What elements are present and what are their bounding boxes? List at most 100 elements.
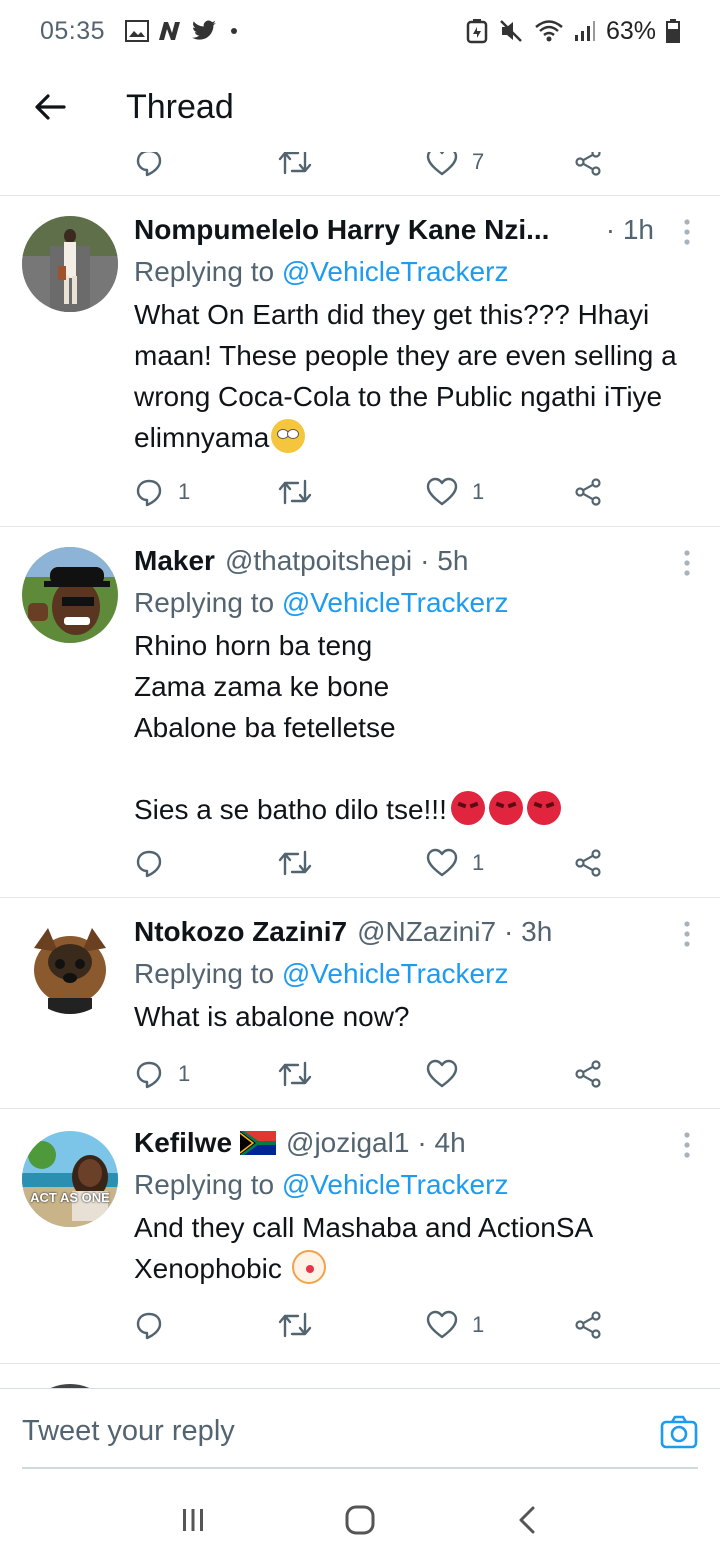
battery-percent: 63% <box>605 16 656 45</box>
display-name[interactable]: Nompumelelo Harry Kane Nzi... <box>134 214 549 246</box>
pouting-face-emoji-icon <box>488 791 523 825</box>
arrow-left-icon <box>35 94 66 120</box>
system-back-button[interactable] <box>497 1490 557 1550</box>
share-button[interactable] <box>574 1305 602 1345</box>
share-icon <box>575 1311 601 1339</box>
tweet-item[interactable]: Nompumelelo Harry Kane Nzi... · 1h Reply… <box>0 196 720 526</box>
replying-prefix: Replying to <box>134 958 275 989</box>
avatar-badge-text: ACT AS ONE <box>30 1190 110 1205</box>
share-icon <box>575 849 601 877</box>
reply-icon <box>136 479 162 507</box>
more-options-icon[interactable] <box>682 1131 692 1159</box>
share-button[interactable] <box>574 843 602 883</box>
reply-icon <box>136 850 162 878</box>
heart-icon <box>426 848 458 877</box>
avatar-image <box>22 918 118 1014</box>
retweet-icon <box>278 850 312 876</box>
reply-count: 1 <box>178 479 191 504</box>
tweet-actions: 1 1 <box>134 472 614 512</box>
more-options-icon[interactable] <box>682 549 692 577</box>
display-name[interactable]: Kefilwe <box>134 1127 232 1159</box>
mute-icon <box>500 20 522 42</box>
mention-link[interactable]: @VehicleTrackerz <box>282 1169 509 1200</box>
more-options-icon[interactable] <box>682 920 692 948</box>
share-button[interactable] <box>574 1054 602 1094</box>
display-name[interactable]: Ntokozo Zazini7 <box>134 916 347 948</box>
share-icon <box>575 152 601 176</box>
camera-button[interactable] <box>660 1415 698 1454</box>
tweet-item[interactable]: Ntokozo Zazini7 @NZazini7 · 3h Replying … <box>0 898 720 1108</box>
gallery-icon <box>125 20 150 42</box>
avatar[interactable] <box>22 547 118 643</box>
reply-button[interactable]: 1 <box>134 1054 190 1094</box>
avatar-image <box>22 216 118 312</box>
user-handle[interactable]: @jozigal1 <box>286 1127 409 1159</box>
divider <box>0 1363 720 1364</box>
retweet-button[interactable] <box>278 843 312 883</box>
pouting-face-emoji-icon <box>450 791 485 825</box>
heart-icon <box>426 477 458 506</box>
rolling-eyes-emoji-icon <box>271 419 306 453</box>
mention-link[interactable]: @VehicleTrackerz <box>282 587 509 618</box>
retweet-button[interactable] <box>278 1054 312 1094</box>
like-button[interactable] <box>426 1054 458 1094</box>
tweet-time: · 1h <box>605 214 654 245</box>
retweet-button[interactable] <box>278 472 312 512</box>
display-name[interactable]: Maker <box>134 545 215 577</box>
like-button[interactable]: 1 <box>426 472 484 512</box>
replying-to: Replying to @VehicleTrackerz <box>134 252 698 292</box>
replying-prefix: Replying to <box>134 256 275 287</box>
retweet-button[interactable] <box>278 1305 312 1345</box>
tweet-item[interactable]: ACT AS ONE Kefilwe @jozigal1 · 4h Replyi… <box>0 1109 720 1363</box>
tweet-text: What is abalone now? <box>134 1001 410 1032</box>
replying-to: Replying to @VehicleTrackerz <box>134 583 698 623</box>
reply-count: 1 <box>178 1061 191 1086</box>
mention-link[interactable]: @VehicleTrackerz <box>282 256 509 287</box>
like-button[interactable]: 7 <box>426 152 484 182</box>
camera-icon <box>660 1415 698 1449</box>
reply-input[interactable]: Tweet your reply <box>22 1415 235 1448</box>
tweet-actions: 1 <box>134 1305 614 1345</box>
system-navigation-bar <box>0 1480 720 1560</box>
replying-to: Replying to @VehicleTrackerz <box>134 954 698 994</box>
tweet-time: · 3h <box>504 916 553 947</box>
reply-button[interactable]: 1 <box>134 472 190 512</box>
page-title: Thread <box>126 87 234 126</box>
reply-button[interactable] <box>134 1305 164 1345</box>
notification-dot <box>231 28 238 34</box>
tweet-item[interactable]: Maker @thatpoitshepi · 5h Replying to @V… <box>0 527 720 897</box>
avatar[interactable] <box>22 216 118 312</box>
thread-feed[interactable]: 7 Nompumelelo Harry Kane Nzi... · 1h Rep… <box>0 152 720 1388</box>
like-button[interactable]: 1 <box>426 1305 484 1345</box>
like-count: 1 <box>472 479 485 504</box>
home-icon <box>345 1505 375 1535</box>
tweet-time: · 5h <box>420 545 469 576</box>
user-handle[interactable]: @thatpoitshepi <box>225 545 412 577</box>
share-button[interactable] <box>574 152 602 182</box>
heart-icon <box>426 1310 458 1339</box>
retweet-button[interactable] <box>278 152 312 182</box>
tweet-content: Kefilwe @jozigal1 · 4h Replying to @Vehi… <box>134 1123 698 1289</box>
status-time: 05:35 <box>40 16 106 45</box>
avatar[interactable]: ACT AS ONE <box>22 1131 118 1227</box>
reply-button[interactable] <box>134 152 164 182</box>
more-options-icon[interactable] <box>682 218 692 246</box>
like-count: 7 <box>472 152 485 174</box>
mention-link[interactable]: @VehicleTrackerz <box>282 958 509 989</box>
retweet-icon <box>278 152 312 175</box>
heart-icon <box>426 1059 458 1088</box>
like-button[interactable]: 1 <box>426 843 484 883</box>
avatar-image <box>22 547 118 643</box>
recent-apps-button[interactable] <box>163 1490 223 1550</box>
share-button[interactable] <box>574 472 602 512</box>
twitter-icon <box>192 20 216 40</box>
home-button[interactable] <box>330 1490 390 1550</box>
back-button[interactable] <box>0 62 100 152</box>
status-bar: 05:35 63% <box>0 0 720 62</box>
avatar[interactable] <box>22 918 118 1014</box>
share-icon <box>575 478 601 506</box>
reply-button[interactable] <box>134 843 164 883</box>
n-icon <box>159 22 181 40</box>
user-handle[interactable]: @NZazini7 <box>357 916 496 948</box>
like-count: 1 <box>472 1312 485 1337</box>
